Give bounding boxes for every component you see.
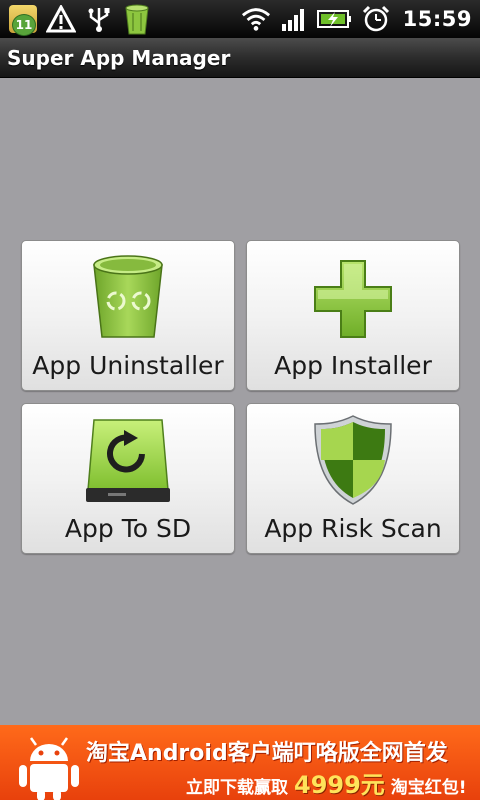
app-to-sd-button[interactable]: App To SD [21,403,235,554]
usb-icon [84,4,114,34]
warning-icon [46,4,76,34]
app-uninstaller-label: App Uninstaller [32,351,224,380]
notification-count-badge: 11 [12,14,36,36]
trash-bin-icon [93,255,163,338]
ad-banner[interactable]: 淘宝Android客户端叮咯版全网首发 立即下载赢取 4999元 淘宝红包! [0,725,480,800]
ad-subline-suffix: 淘宝红包! [390,778,467,798]
shield-icon [314,415,392,505]
app-title: Super App Manager [7,45,231,70]
notification-folder-icon: 11 [8,4,38,36]
ad-subline-prefix: 立即下载赢取 [186,778,288,798]
ad-headline: 淘宝Android客户端叮咯版全网首发 [86,741,448,766]
android-robot-icon [19,737,79,800]
status-bar: 11 15:59 [0,0,480,38]
wifi-icon [241,4,271,34]
app-title-bar: Super App Manager [0,38,480,78]
app-installer-button[interactable]: App Installer [246,240,460,391]
plus-icon [314,260,392,338]
battery-charging-icon [316,4,353,34]
sd-drive-icon [86,419,170,502]
status-clock: 15:59 [402,7,472,31]
ad-subline: 立即下载赢取 4999元 淘宝红包! [186,765,467,800]
recycle-bin-icon [122,4,152,35]
app-installer-label: App Installer [274,351,432,380]
app-to-sd-label: App To SD [64,514,192,543]
signal-icon [279,4,309,34]
app-risk-scan-button[interactable]: App Risk Scan [246,403,460,554]
app-risk-scan-label: App Risk Scan [264,514,442,543]
app-uninstaller-button[interactable]: App Uninstaller [21,240,235,391]
alarm-icon [361,4,391,34]
ad-amount: 4999元 [294,771,385,799]
